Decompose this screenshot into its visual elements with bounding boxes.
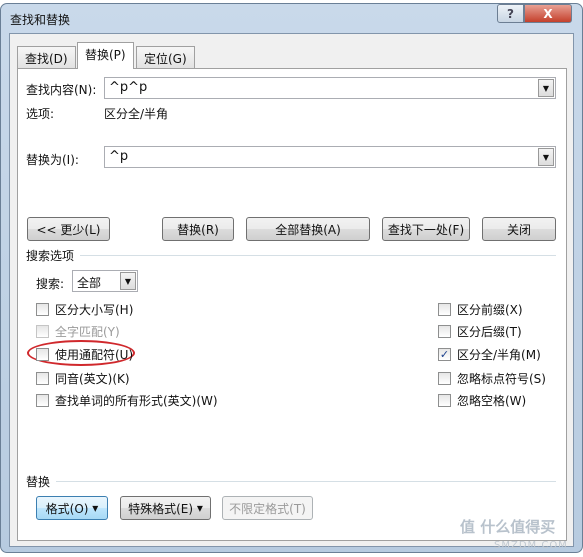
checkbox-checkboxes_left-0[interactable]: 区分大小写(H)	[36, 301, 133, 318]
checkbox-checkboxes_right-3[interactable]: 忽略标点符号(S)	[438, 370, 546, 387]
tab-goto[interactable]: 定位(G)	[136, 46, 195, 68]
divider	[80, 255, 556, 256]
format-label: 格式(O)	[45, 501, 89, 516]
checkmark-icon[interactable]: ✓	[438, 348, 451, 361]
search-value: 全部	[77, 276, 102, 290]
checkbox-label: 忽略标点符号(S)	[457, 372, 546, 386]
chevron-down-icon[interactable]: ▼	[120, 272, 136, 290]
checkbox-label: 查找单词的所有形式(英文)(W)	[55, 394, 218, 408]
checkbox-label: 全字匹配(Y)	[55, 325, 120, 339]
less-button[interactable]: << 更少(L)	[27, 217, 110, 241]
checkbox-box[interactable]	[438, 372, 451, 385]
window-title: 查找和替换	[10, 13, 71, 27]
replace-section-heading: 替换	[26, 475, 51, 489]
replace-all-button[interactable]: 全部替换(A)	[246, 217, 370, 241]
checkbox-checkboxes_left-3[interactable]: 同音(英文)(K)	[36, 370, 130, 387]
checkbox-label: 使用通配符(U)	[55, 348, 134, 362]
checkbox-label: 区分大小写(H)	[55, 303, 134, 317]
checkbox-box[interactable]	[36, 303, 49, 316]
checkbox-box[interactable]	[438, 303, 451, 316]
checkbox-label: 区分后缀(T)	[457, 325, 522, 339]
dropdown-arrow-icon: ▾	[92, 501, 99, 515]
checkbox-label: 同音(英文)(K)	[55, 372, 130, 386]
format-button[interactable]: 格式(O) ▾	[36, 496, 108, 520]
chevron-down-icon[interactable]: ▼	[538, 148, 554, 166]
special-label: 特殊格式(E)	[128, 501, 194, 516]
dropdown-arrow-icon: ▾	[196, 501, 203, 515]
checkbox-checkboxes_left-1[interactable]: 全字匹配(Y)	[36, 323, 120, 340]
checkbox-checkboxes_right-4[interactable]: 忽略空格(W)	[438, 392, 526, 409]
tab-replace[interactable]: 替换(P)	[77, 42, 134, 69]
checkbox-box[interactable]	[36, 348, 49, 361]
find-input[interactable]: ^p^p ▼	[104, 77, 556, 99]
chevron-down-icon[interactable]: ▼	[538, 79, 554, 97]
checkbox-label: 区分全/半角(M)	[457, 348, 541, 362]
search-direction-select[interactable]: 全部 ▼	[72, 270, 138, 292]
options-value: 区分全/半角	[104, 107, 169, 121]
close-button[interactable]: 关闭	[482, 217, 556, 241]
checkbox-checkboxes_right-2[interactable]: ✓ 区分全/半角(M)	[438, 346, 541, 363]
options-label: 选项:	[26, 107, 55, 121]
find-next-button[interactable]: 查找下一处(F)	[382, 217, 470, 241]
replace-label: 替换为(I):	[26, 153, 79, 167]
watermark-sub: SMZDM.COM	[494, 540, 568, 551]
help-button[interactable]: ?	[497, 4, 524, 23]
replace-button[interactable]: 替换(R)	[162, 217, 234, 241]
checkbox-checkboxes_left-2[interactable]: 使用通配符(U)	[36, 346, 133, 363]
checkbox-box[interactable]	[438, 394, 451, 407]
tab-find[interactable]: 查找(D)	[17, 46, 76, 68]
checkbox-checkboxes_right-1[interactable]: 区分后缀(T)	[438, 323, 522, 340]
search-label: 搜索:	[36, 277, 65, 291]
checkbox-checkboxes_left-4[interactable]: 查找单词的所有形式(英文)(W)	[36, 392, 218, 409]
checkbox-box[interactable]	[36, 372, 49, 385]
checkbox-box[interactable]	[438, 325, 451, 338]
replace-value: ^p	[109, 149, 129, 164]
divider	[56, 481, 556, 482]
watermark-logo: 值 什么值得买	[460, 518, 556, 536]
checkbox-checkboxes_right-0[interactable]: 区分前缀(X)	[438, 301, 523, 318]
checkbox-box[interactable]	[36, 325, 49, 338]
replace-input[interactable]: ^p ▼	[104, 146, 556, 168]
no-format-button[interactable]: 不限定格式(T)	[222, 496, 313, 520]
search-options-heading: 搜索选项	[26, 249, 75, 263]
checkbox-label: 区分前缀(X)	[457, 303, 523, 317]
checkbox-label: 忽略空格(W)	[457, 394, 527, 408]
special-format-button[interactable]: 特殊格式(E) ▾	[120, 496, 211, 520]
find-label: 查找内容(N):	[26, 83, 97, 97]
find-value: ^p^p	[109, 80, 148, 95]
close-window-button[interactable]: X	[524, 4, 572, 23]
checkbox-box[interactable]	[36, 394, 49, 407]
